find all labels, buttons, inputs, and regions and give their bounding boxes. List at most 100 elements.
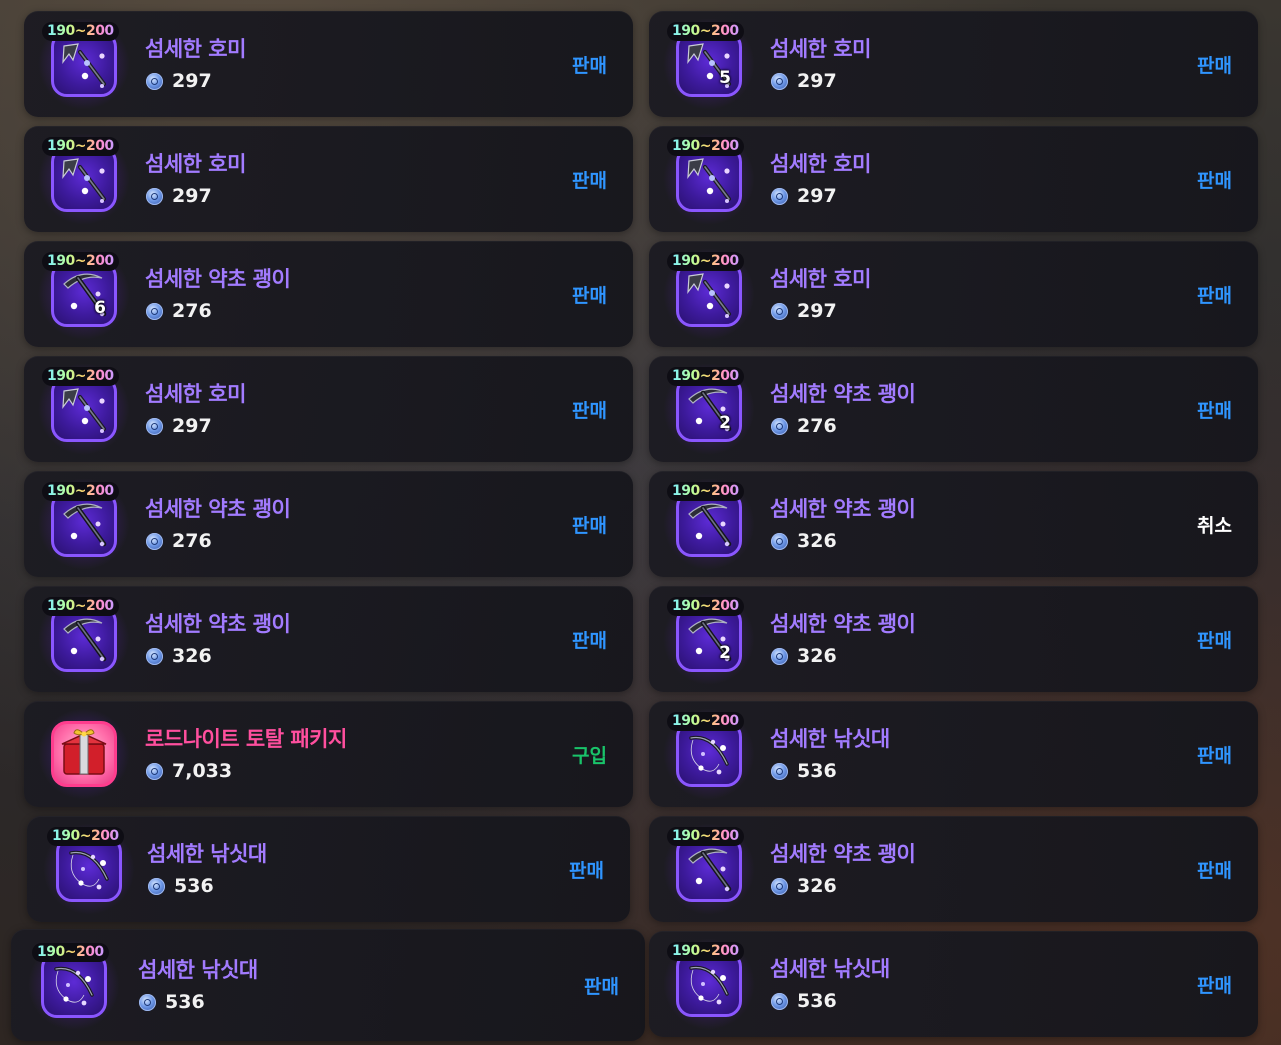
item-price: 326 (172, 645, 212, 667)
item-quantity: 2 (719, 643, 731, 663)
item-name: 섬세한 낚싯대 (138, 958, 258, 982)
item-icon-frame: 190~200 (43, 823, 135, 915)
level-range-badge: 190~200 (667, 712, 744, 731)
item-price: 276 (172, 530, 212, 552)
level-range-text: 190~200 (672, 483, 739, 499)
item-price: 326 (797, 875, 837, 897)
item-name: 섬세한 호미 (145, 382, 246, 406)
trade-list-item: 190~200 섬세한 호미 297 판매 (24, 11, 633, 117)
item-name: 로드나이트 토탈 패키지 (145, 727, 347, 751)
sell-button[interactable]: 판매 (1197, 741, 1232, 768)
buy-button[interactable]: 구입 (572, 741, 607, 768)
sell-button[interactable]: 판매 (572, 396, 607, 423)
sell-button[interactable]: 판매 (1197, 281, 1232, 308)
sell-button[interactable]: 판매 (572, 511, 607, 538)
level-range-text: 190~200 (672, 713, 739, 729)
blue-coin-icon (146, 647, 163, 665)
level-range-text: 190~200 (47, 253, 114, 269)
item-quantity: 5 (719, 68, 731, 88)
level-range-badge: 190~200 (667, 367, 744, 386)
sell-button[interactable]: 판매 (1197, 51, 1232, 78)
level-range-text: 190~200 (672, 828, 739, 844)
item-name: 섬세한 약초 괭이 (770, 497, 916, 521)
gift-chest-icon (51, 721, 117, 787)
price-row: 326 (771, 874, 837, 898)
trade-list-item: 190~200 섬세한 낚싯대 536 판매 (27, 816, 630, 922)
level-range-text: 190~200 (672, 23, 739, 39)
sell-button[interactable]: 판매 (1197, 396, 1232, 423)
item-icon-frame: 190~200 (663, 133, 755, 225)
sell-button[interactable]: 판매 (572, 51, 607, 78)
sell-button[interactable]: 판매 (1197, 856, 1232, 883)
item-name: 섬세한 낚싯대 (147, 842, 267, 866)
level-range-badge: 190~200 (667, 252, 744, 271)
sell-button[interactable]: 판매 (584, 972, 619, 999)
sell-button[interactable]: 판매 (569, 856, 604, 883)
item-icon-frame: 190~200 (28, 939, 120, 1031)
price-row: 297 (771, 299, 837, 323)
price-row: 276 (146, 299, 212, 323)
level-range-text: 190~200 (47, 23, 114, 39)
level-range-badge: 190~200 (42, 137, 119, 156)
item-icon-frame: 190~200 (38, 363, 130, 455)
item-price: 297 (172, 70, 212, 92)
level-range-text: 190~200 (672, 943, 739, 959)
trade-list-item: 190~200 섬세한 호미 297 판매 (24, 356, 633, 462)
item-price: 7,033 (172, 760, 233, 782)
level-range-text: 190~200 (672, 368, 739, 384)
price-row: 326 (771, 644, 837, 668)
item-price: 276 (172, 300, 212, 322)
item-name: 섬세한 약초 괭이 (770, 842, 916, 866)
level-range-text: 190~200 (672, 598, 739, 614)
level-range-text: 190~200 (52, 828, 119, 844)
price-row: 297 (146, 414, 212, 438)
level-range-badge: 190~200 (667, 942, 744, 961)
sell-button[interactable]: 판매 (572, 626, 607, 653)
level-range-badge: 190~200 (42, 597, 119, 616)
item-icon-frame: 190~200 (663, 938, 755, 1030)
price-row: 297 (771, 184, 837, 208)
blue-coin-icon (146, 762, 163, 780)
sell-button[interactable]: 판매 (1197, 166, 1232, 193)
cancel-button[interactable]: 취소 (1197, 511, 1232, 538)
item-name: 섬세한 호미 (770, 152, 871, 176)
item-price: 297 (172, 185, 212, 207)
item-name: 섬세한 낚싯대 (770, 727, 890, 751)
sell-button[interactable]: 판매 (1197, 626, 1232, 653)
item-icon-frame: 190~200 (38, 18, 130, 110)
item-price: 297 (172, 415, 212, 437)
item-price: 536 (174, 875, 214, 897)
trade-list-item: 190~200 섬세한 약초 괭이 326 판매 (24, 586, 633, 692)
item-icon-frame: 6 190~200 (38, 248, 130, 340)
trade-list-item: 190~200 섬세한 약초 괭이 326 취소 (649, 471, 1258, 577)
blue-coin-icon (771, 532, 788, 550)
sell-button[interactable]: 판매 (572, 281, 607, 308)
trade-list-item: 190~200 섬세한 낚싯대 536 판매 (649, 701, 1258, 807)
item-price: 536 (797, 760, 837, 782)
price-row: 536 (148, 874, 214, 898)
level-range-badge: 190~200 (667, 597, 744, 616)
item-quantity: 6 (94, 298, 106, 318)
blue-coin-icon (771, 417, 788, 435)
blue-coin-icon (146, 187, 163, 205)
item-price: 326 (797, 645, 837, 667)
level-range-badge: 190~200 (42, 252, 119, 271)
trade-list-item: 6 190~200 섬세한 약초 괭이 276 판매 (24, 241, 633, 347)
trade-list-item: 5 190~200 섬세한 호미 297 판매 (649, 11, 1258, 117)
price-row: 536 (771, 989, 837, 1013)
sell-button[interactable]: 판매 (1197, 971, 1232, 998)
level-range-badge: 190~200 (667, 827, 744, 846)
item-name: 섬세한 호미 (770, 267, 871, 291)
blue-coin-icon (771, 72, 788, 90)
blue-coin-icon (146, 417, 163, 435)
item-name: 섬세한 약초 괭이 (145, 267, 291, 291)
trade-list-item: 190~200 섬세한 호미 297 판매 (649, 126, 1258, 232)
trade-list-item: 190~200 섬세한 낚싯대 536 판매 (11, 929, 645, 1041)
sell-button[interactable]: 판매 (572, 166, 607, 193)
item-name: 섬세한 호미 (770, 37, 871, 61)
item-price: 536 (165, 991, 205, 1013)
item-icon-frame: 190~200 (663, 248, 755, 340)
blue-coin-icon (146, 72, 163, 90)
level-range-badge: 190~200 (32, 943, 109, 962)
item-price: 297 (797, 300, 837, 322)
